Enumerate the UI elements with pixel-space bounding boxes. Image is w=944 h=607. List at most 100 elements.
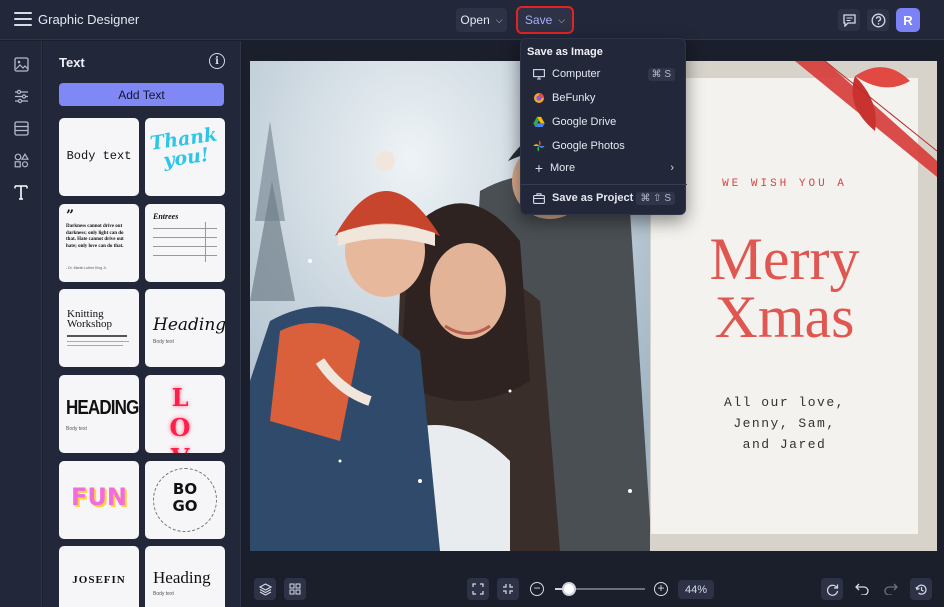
save-menu-item-label: Save as Project <box>552 192 634 204</box>
text-preset-knitting[interactable]: Knitting Workshop <box>59 289 139 367</box>
chevron-down-icon: ⌵ <box>495 14 503 25</box>
comment-icon <box>842 13 856 27</box>
tile-label: LOVE <box>169 383 201 453</box>
zoom-slider-handle[interactable] <box>561 582 576 596</box>
fit-screen-button[interactable] <box>467 578 489 600</box>
app-title: Graphic Designer <box>38 12 140 27</box>
comments-button[interactable] <box>838 9 860 31</box>
card-signature-line-3: and Jared <box>742 437 827 452</box>
text-preset-bogo[interactable]: BOGO <box>145 461 225 539</box>
adjust-icon[interactable] <box>12 87 30 105</box>
google-photos-icon <box>533 140 545 152</box>
tile-label: FUN <box>71 483 127 511</box>
text-panel: Text i Add Text Body text Thank you! ” D… <box>43 41 241 607</box>
tile-sublabel: - Dr. Martin Luther King Jr. <box>66 266 107 270</box>
redo-icon <box>884 583 898 595</box>
save-menu-item-label: BeFunky <box>552 92 596 104</box>
text-preset-fun[interactable]: FUN <box>59 461 139 539</box>
reset-button[interactable] <box>821 578 843 600</box>
open-button-label: Open <box>460 13 490 27</box>
card-signature[interactable]: All our love, Jenny, Sam, and Jared <box>651 392 918 455</box>
save-as-project-item[interactable]: Save as Project ⌘ ⇧ S <box>521 187 687 209</box>
shapes-icon[interactable] <box>12 151 30 169</box>
undo-button[interactable] <box>851 578 873 600</box>
text-preset-body-text[interactable]: Body text <box>59 118 139 196</box>
history-button[interactable] <box>910 578 932 600</box>
history-icon <box>914 584 927 595</box>
save-menu-item-google-photos[interactable]: Google Photos <box>521 135 687 157</box>
tile-sublabel: Body text <box>153 591 174 597</box>
tile-label: Body text <box>66 149 132 163</box>
text-preset-heading-serif[interactable]: Heading Body text <box>145 546 225 607</box>
text-preset-heading-bold[interactable]: HEADING Body text <box>59 375 139 453</box>
help-icon <box>871 13 885 27</box>
tile-label: JOSEFIN <box>72 574 126 586</box>
chevron-right-icon: › <box>670 162 674 174</box>
add-text-button[interactable]: Add Text <box>59 83 224 106</box>
zoom-level[interactable]: 44% <box>678 580 714 599</box>
card-heading-line-1: Merry <box>709 226 860 292</box>
tile-label: Heading <box>153 315 225 335</box>
layers-icon <box>258 582 272 596</box>
info-icon[interactable]: i <box>209 53 225 69</box>
save-button-label: Save <box>524 13 553 27</box>
tile-sublabel: Body text <box>66 426 87 432</box>
save-menu-item-label: Computer <box>552 68 601 80</box>
text-preset-heading-script[interactable]: Heading Body text <box>145 289 225 367</box>
text-preset-entrees[interactable]: Entrees <box>145 204 225 282</box>
grid-button[interactable] <box>284 578 306 600</box>
open-button[interactable]: Open ⌵ <box>456 8 507 32</box>
monitor-icon <box>533 68 545 80</box>
card-heading-line-2: Xmas <box>714 284 855 350</box>
chevron-down-icon: ⌵ <box>558 14 566 25</box>
save-menu-item-label: Google Drive <box>552 116 617 128</box>
redo-button[interactable] <box>880 578 902 600</box>
tile-label: Knitting Workshop <box>67 308 112 330</box>
text-preset-josefin[interactable]: JOSEFIN <box>59 546 139 607</box>
save-button[interactable]: Save ⌵ <box>516 6 574 34</box>
compress-icon <box>503 584 513 594</box>
panel-title: Text <box>59 55 85 70</box>
help-button[interactable] <box>867 9 889 31</box>
tile-label: Darkness cannot drive out darkness; only… <box>66 224 124 249</box>
save-menu-item-label: More <box>550 162 576 174</box>
expand-icon <box>472 583 484 595</box>
zoom-out-icon[interactable]: − <box>530 582 544 596</box>
save-menu-header: Save as Image <box>527 46 603 58</box>
image-icon[interactable] <box>12 55 30 73</box>
card-heading[interactable]: Merry Xmas <box>651 226 918 350</box>
save-menu-item-computer[interactable]: Computer ⌘ S <box>521 63 687 85</box>
card-greeting-small[interactable]: WE WISH YOU A <box>651 178 918 190</box>
avatar[interactable]: R <box>896 8 920 32</box>
tile-label: BOGO <box>172 480 198 515</box>
befunky-icon <box>533 92 545 104</box>
save-menu-item-more[interactable]: + More › <box>521 157 687 179</box>
text-tool-icon[interactable] <box>12 183 30 201</box>
undo-icon <box>855 583 869 595</box>
menu-divider <box>521 184 687 185</box>
save-menu-item-google-drive[interactable]: Google Drive <box>521 111 687 133</box>
tile-label: Heading <box>153 568 211 587</box>
grid-icon <box>289 583 301 595</box>
save-menu-item-befunky[interactable]: BeFunky <box>521 87 687 109</box>
layers-button[interactable] <box>254 578 276 600</box>
shortcut-badge: ⌘ ⇧ S <box>636 191 675 205</box>
text-preset-quote[interactable]: ” Darkness cannot drive out darkness; on… <box>59 204 139 282</box>
plus-icon: + <box>534 160 544 176</box>
refresh-icon <box>826 584 838 596</box>
google-drive-icon <box>533 116 545 128</box>
tile-label: Entrees <box>153 212 179 221</box>
card-signature-line-1: All our love, <box>724 395 845 410</box>
briefcase-icon <box>533 192 545 204</box>
tile-label: HEADING <box>66 397 139 419</box>
text-preset-love[interactable]: LOVE <box>145 375 225 453</box>
ribbon-bow-icon <box>795 61 937 177</box>
shortcut-badge: ⌘ S <box>647 67 675 81</box>
tile-label: Thank you! <box>148 123 219 172</box>
menu-icon[interactable] <box>14 12 32 28</box>
actual-size-button[interactable] <box>497 578 519 600</box>
tool-rail <box>0 41 42 607</box>
text-preset-thank-you[interactable]: Thank you! <box>145 118 225 196</box>
layout-icon[interactable] <box>12 119 30 137</box>
zoom-in-icon[interactable]: + <box>654 582 668 596</box>
